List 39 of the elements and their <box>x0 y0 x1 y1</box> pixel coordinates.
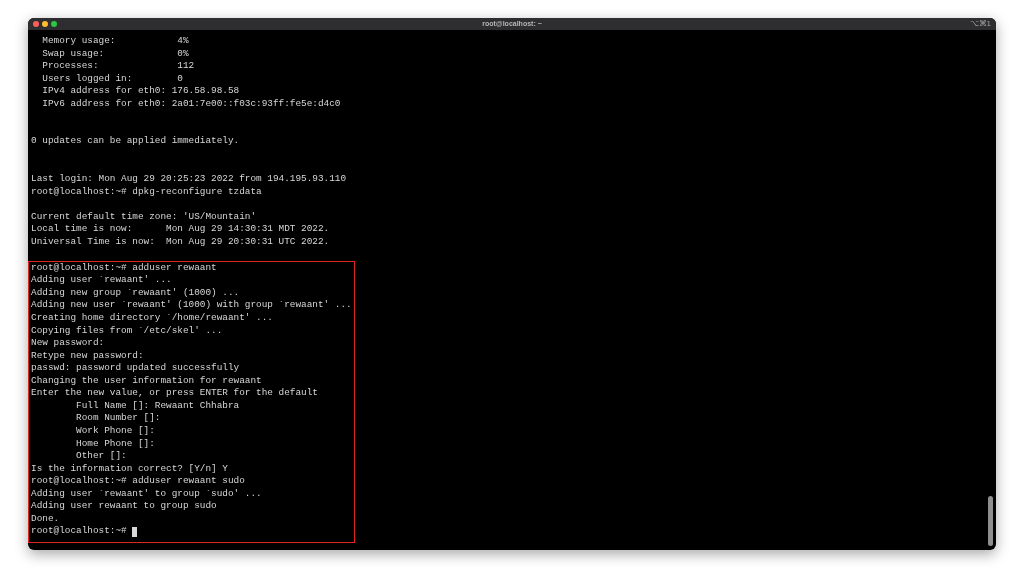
close-button[interactable] <box>33 21 39 27</box>
terminal-line: Adding user `rewaant' to group `sudo' ... <box>31 487 262 501</box>
terminal-line: Copying files from `/etc/skel' ... <box>31 324 223 338</box>
shortcut-label: ⌥⌘1 <box>969 18 991 30</box>
terminal-line: Processes: 112 <box>41 60 195 73</box>
scrollbar-thumb[interactable] <box>988 496 993 546</box>
terminal-line: Swap usage: 0% <box>41 47 189 61</box>
terminal-line: Adding new group `rewaant' (1000) ... <box>31 286 240 300</box>
terminal-line: IPv6 address for eth0: 2a01:7e00::f03c:93ff:fe5e:d4c0 <box>41 97 341 111</box>
terminal-line: root@localhost:~# <box>31 525 127 538</box>
terminal-line: Done. <box>31 512 60 526</box>
terminal-line: Users logged in: 0 <box>41 72 183 86</box>
terminal-line: Adding user rewaant to group sudo <box>31 500 217 513</box>
terminal-line: Room Number []: <box>75 412 161 425</box>
terminal-line: New password: <box>31 337 105 350</box>
terminal-line: Retype new password: <box>31 349 144 363</box>
terminal-line: Last login: Mon Aug 29 20:25:23 2022 from 194.195.93.110 <box>31 173 347 186</box>
terminal-line: root@localhost:~# adduser rewaant <box>31 261 217 275</box>
terminal-line: Local time is now: Mon Aug 29 14:30:31 MDT 2022. <box>31 223 330 236</box>
terminal-line: Adding new user `rewaant' (1000) with group `rewaant' ... <box>31 299 352 313</box>
terminal-line: Full Name []: Rewaant Chhabra <box>75 399 240 413</box>
terminal-line: passwd: password updated successfully <box>31 362 240 375</box>
terminal-line: Other []: <box>75 450 127 463</box>
terminal-line: IPv4 address for eth0: 176.58.98.58 <box>41 85 240 98</box>
terminal-line: root@localhost:~# adduser rewaant sudo <box>31 475 245 488</box>
zoom-button[interactable] <box>51 21 57 27</box>
terminal-line: Changing the user information for rewaant <box>31 374 262 388</box>
terminal-line: Universal Time is now: Mon Aug 29 20:30:31 UTC 2022. <box>31 235 330 249</box>
terminal-line: root@localhost:~# dpkg-reconfigure tzdata <box>31 185 262 199</box>
terminal-line: 0 updates can be applied immediately. <box>31 135 240 148</box>
terminal-line: Creating home directory `/home/rewaant' ... <box>31 312 273 325</box>
terminal-line: Work Phone []: <box>75 424 155 438</box>
terminal-line: Is the information correct? [Y/n] Y <box>31 462 228 476</box>
terminal-line: Memory usage: 4% <box>41 35 189 48</box>
minimize-button[interactable] <box>42 21 48 27</box>
terminal-line: Enter the new value, or press ENTER for the default <box>31 387 318 400</box>
terminal-line: Home Phone []: <box>75 437 155 451</box>
terminal-line: Current default time zone: 'US/Mountain' <box>31 210 257 224</box>
terminal-line: Adding user `rewaant' ... <box>31 274 172 287</box>
